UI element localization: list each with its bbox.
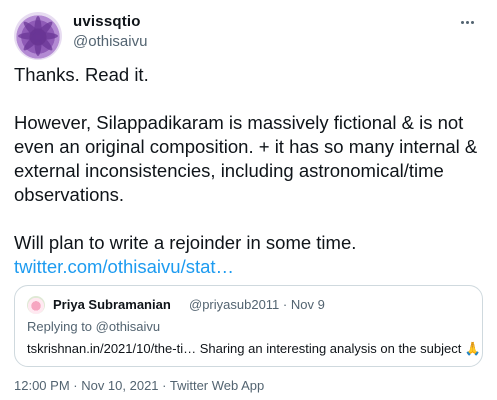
tweet-card: uvissqtio @othisaivu Thanks. Read it. Ho… [0,0,497,400]
tweet-link[interactable]: twitter.com/othisaivu/stat… [14,256,234,277]
tweet-paragraph-3-text: Will plan to write a rejoinder in some t… [14,232,357,253]
author-avatar[interactable] [14,12,62,60]
tweet-text: Thanks. Read it. However, Silappadikaram… [14,63,484,279]
quote-author-name[interactable]: Priya Subramanian [53,297,171,312]
author-display-name[interactable]: uvissqtio [73,13,141,30]
quote-author-avatar[interactable] [27,296,45,314]
tweet-timestamp[interactable]: 12:00 PM · Nov 10, 2021 · Twitter Web Ap… [14,378,264,393]
quote-replying-to: Replying to @othisaivu [27,319,161,334]
author-handle[interactable]: @othisaivu [73,33,147,50]
quote-text: tskrishnan.in/2021/10/the-ti… Sharing an… [27,341,482,356]
quote-author-handle[interactable]: @priyasub2011 · Nov 9 [189,297,325,312]
quoted-tweet[interactable]: Priya Subramanian @priyasub2011 · Nov 9 … [14,285,483,367]
more-dot [465,20,469,24]
more-options-icon[interactable] [455,10,479,34]
tweet-paragraph-3: Will plan to write a rejoinder in some t… [14,231,484,279]
tweet-line-1: Thanks. Read it. [14,64,149,85]
tweet-paragraph-2: However, Silappadikaram is massively fic… [14,112,478,205]
more-dot [460,20,464,24]
more-dot [470,20,474,24]
